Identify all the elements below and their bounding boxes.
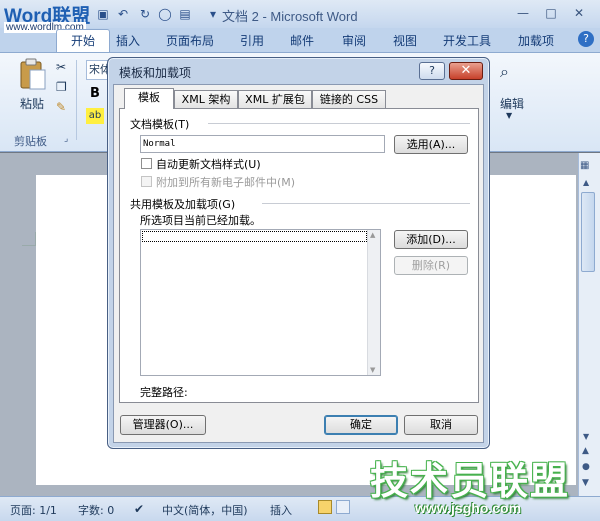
customize-toolbar-icon[interactable]: ▾: [204, 5, 222, 23]
minimize-button[interactable]: —: [512, 4, 534, 22]
prev-page-icon[interactable]: ▲: [582, 446, 589, 456]
clipboard-group-label: 剪贴板: [14, 135, 47, 148]
tab-templates[interactable]: 模板: [124, 88, 174, 109]
tab-developer[interactable]: 开发工具: [443, 32, 491, 49]
edit-button[interactable]: 编辑: [500, 95, 524, 112]
tab-mailings[interactable]: 邮件: [290, 32, 314, 49]
tab-insert[interactable]: 插入: [116, 32, 140, 49]
next-page-icon[interactable]: ▼: [582, 478, 589, 488]
scroll-down-icon[interactable]: ▼: [583, 432, 589, 441]
group-divider: [76, 60, 77, 140]
dialog-help-button[interactable]: ?: [419, 62, 445, 80]
list-scrollbar[interactable]: [367, 230, 380, 375]
select-browse-object-icon[interactable]: ●: [582, 462, 590, 472]
section-divider: [208, 123, 470, 124]
attach-email-label: 附加到所有新电子邮件中(M): [156, 176, 296, 189]
paste-icon[interactable]: [18, 58, 48, 92]
status-word-count[interactable]: 字数: 0: [78, 502, 114, 518]
paste-button[interactable]: 粘贴: [20, 95, 44, 112]
chevron-down-icon: ▼: [506, 111, 513, 120]
ok-button[interactable]: 确定: [324, 415, 398, 435]
find-icon[interactable]: ⌕: [500, 62, 509, 82]
dialog-launcher-icon[interactable]: ⌟: [64, 134, 68, 144]
status-insert-mode[interactable]: 插入: [270, 502, 292, 518]
section-divider: [262, 203, 470, 204]
tab-home[interactable]: 开始: [56, 29, 110, 52]
dialog-title: 模板和加载项: [119, 66, 192, 80]
print-layout-view-icon[interactable]: [318, 500, 332, 514]
scroll-thumb[interactable]: [581, 192, 595, 272]
undo-icon[interactable]: ↶: [114, 5, 132, 23]
scroll-up-icon[interactable]: ▲: [583, 178, 589, 187]
ruler-toggle-icon[interactable]: ▦: [580, 160, 589, 171]
maximize-button[interactable]: □: [540, 4, 562, 22]
watermark-logo: 技术员联盟: [370, 459, 571, 503]
attach-button[interactable]: 选用(A)...: [394, 135, 468, 154]
auto-update-label: 自动更新文档样式(U): [156, 158, 261, 171]
list-item[interactable]: [142, 231, 367, 242]
global-templates-list[interactable]: [140, 229, 381, 376]
print-preview-icon[interactable]: ▤: [176, 5, 194, 23]
tab-page-layout[interactable]: 页面布局: [166, 32, 214, 49]
auto-update-checkbox[interactable]: [141, 158, 152, 169]
margin-marker: [22, 232, 36, 246]
global-templates-label: 共用模板及加载项(G): [130, 198, 236, 211]
close-window-button[interactable]: ✕: [568, 4, 590, 22]
tab-linked-css[interactable]: 链接的 CSS: [312, 90, 386, 108]
format-painter-icon[interactable]: ✎: [56, 100, 66, 114]
dialog-close-button[interactable]: ✕: [449, 62, 483, 80]
cancel-button[interactable]: 取消: [404, 415, 478, 435]
reading-view-icon[interactable]: [336, 500, 350, 514]
full-path-label: 完整路径:: [140, 386, 188, 399]
circle-icon[interactable]: ◯: [156, 5, 174, 23]
status-language[interactable]: 中文(简体，中国): [162, 502, 248, 518]
tab-xml-expansion-packs[interactable]: XML 扩展包: [238, 90, 312, 108]
tab-view[interactable]: 视图: [393, 32, 417, 49]
scroll-down-icon[interactable]: ▼: [370, 366, 375, 374]
organizer-button[interactable]: 管理器(O)...: [120, 415, 206, 435]
copy-icon[interactable]: ❐: [56, 80, 67, 94]
tab-review[interactable]: 审阅: [342, 32, 366, 49]
scroll-up-icon[interactable]: ▲: [370, 231, 375, 239]
window-title: 文档 2 - Microsoft Word: [222, 9, 358, 24]
highlight-icon[interactable]: ab: [86, 108, 104, 124]
remove-button[interactable]: 删除(R): [394, 256, 468, 275]
attach-email-checkbox[interactable]: [141, 176, 152, 187]
add-button[interactable]: 添加(D)...: [394, 230, 468, 249]
tab-references[interactable]: 引用: [240, 32, 264, 49]
redo-icon[interactable]: ↻: [136, 5, 154, 23]
status-page[interactable]: 页面: 1/1: [10, 502, 57, 518]
watermark-url: www.jsgho.com: [415, 500, 522, 516]
document-template-label: 文档模板(T): [130, 118, 190, 131]
help-icon[interactable]: ?: [578, 31, 594, 47]
document-template-field[interactable]: Normal: [140, 135, 385, 153]
loaded-note: 所选项目当前已经加载。: [140, 214, 261, 227]
tab-xml-schema[interactable]: XML 架构: [174, 90, 238, 108]
cut-icon[interactable]: ✂: [56, 60, 66, 74]
bold-button[interactable]: B: [90, 86, 100, 101]
tab-addins[interactable]: 加载项: [518, 32, 554, 49]
save-icon[interactable]: ▣: [94, 5, 112, 23]
proofing-icon[interactable]: ✔: [134, 502, 144, 516]
